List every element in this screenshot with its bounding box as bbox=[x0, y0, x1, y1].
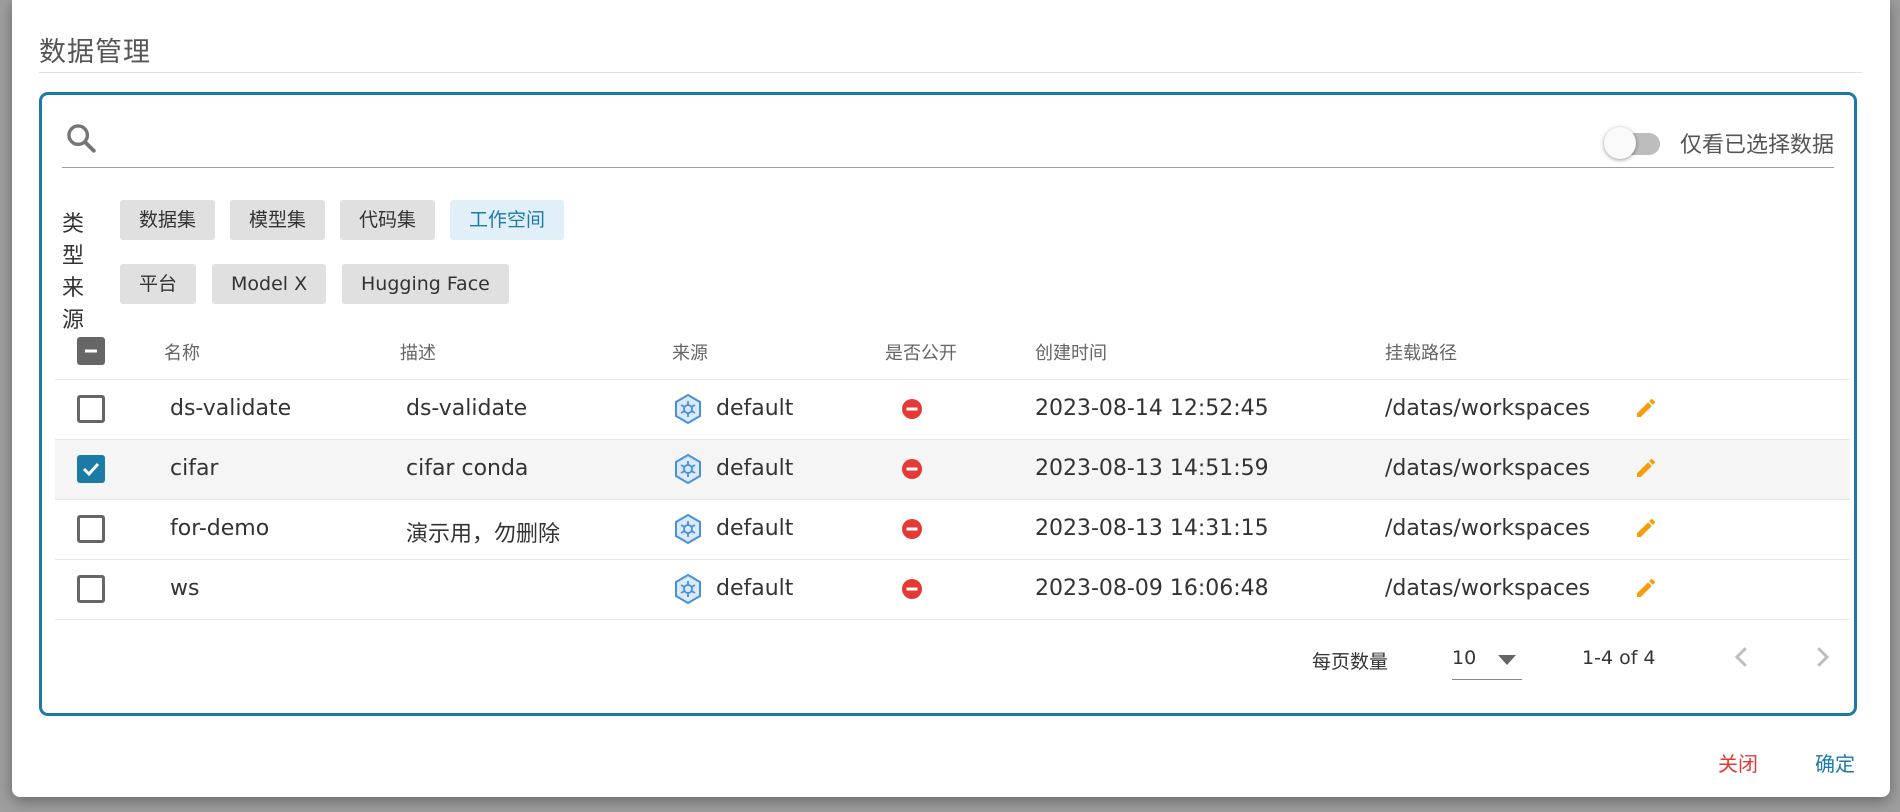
table-header: 名称 描述 来源 是否公开 创建时间 挂载路径 bbox=[55, 323, 1850, 380]
pagination: 每页数量 10 1-4 of 4 bbox=[42, 627, 1854, 687]
data-management-dialog: 数据管理 仅看已选择数据 类型 数据集 模型集 代码集 工作空间 来源 平台 M… bbox=[12, 0, 1890, 797]
toggle-thumb bbox=[1604, 127, 1636, 159]
search-bar: 仅看已选择数据 bbox=[62, 115, 1834, 168]
table-row[interactable]: cifar cifar conda default 2023-08-13 14:… bbox=[55, 440, 1850, 500]
row-created: 2023-08-13 14:31:15 bbox=[1035, 516, 1269, 541]
row-checkbox[interactable] bbox=[77, 395, 105, 423]
chevron-left-icon[interactable] bbox=[1727, 642, 1757, 672]
row-source: default bbox=[716, 576, 794, 601]
row-description: cifar conda bbox=[406, 456, 529, 481]
page-range: 1-4 of 4 bbox=[1582, 647, 1656, 669]
kubernetes-icon bbox=[675, 513, 701, 545]
chip-workspace[interactable]: 工作空间 bbox=[450, 200, 565, 240]
select-all-checkbox[interactable] bbox=[77, 337, 105, 365]
per-page-value: 10 bbox=[1452, 647, 1477, 669]
per-page-select[interactable]: 10 bbox=[1452, 637, 1522, 680]
chevron-right-icon[interactable] bbox=[1807, 642, 1837, 672]
row-name: ws bbox=[170, 576, 200, 601]
chip-hugging-face[interactable]: Hugging Face bbox=[342, 264, 509, 304]
title-divider bbox=[39, 72, 1862, 73]
chip-dataset[interactable]: 数据集 bbox=[120, 200, 216, 240]
col-created: 创建时间 bbox=[1035, 343, 1107, 364]
table-row[interactable]: for-demo 演示用，勿删除 default 2023-08-13 14:3… bbox=[55, 500, 1850, 560]
row-name: ds-validate bbox=[170, 396, 292, 421]
chip-model-x[interactable]: Model X bbox=[212, 264, 327, 304]
selected-only-toggle[interactable] bbox=[1604, 127, 1660, 159]
row-description: 演示用，勿删除 bbox=[406, 522, 561, 547]
data-table: 名称 描述 来源 是否公开 创建时间 挂载路径 ds-validate ds-v… bbox=[55, 323, 1850, 620]
dialog-title: 数据管理 bbox=[39, 37, 151, 68]
indeterminate-icon bbox=[85, 349, 97, 353]
minus-circle-icon bbox=[902, 459, 922, 479]
type-filter-label: 类型 bbox=[62, 212, 85, 269]
caret-down-icon bbox=[1498, 655, 1516, 665]
minus-circle-icon bbox=[902, 579, 922, 599]
kubernetes-icon bbox=[675, 573, 701, 605]
minus-circle-icon bbox=[902, 399, 922, 419]
search-icon bbox=[67, 124, 96, 153]
toggle-label: 仅看已选择数据 bbox=[1679, 133, 1834, 158]
table-row[interactable]: ws default 2023-08-09 16:06:48 /datas/wo… bbox=[55, 560, 1850, 620]
minus-circle-icon bbox=[902, 519, 922, 539]
row-created: 2023-08-09 16:06:48 bbox=[1035, 576, 1269, 601]
close-button[interactable]: 关闭 bbox=[1718, 748, 1758, 777]
row-name: cifar bbox=[170, 456, 219, 481]
col-source: 来源 bbox=[672, 343, 708, 364]
row-name: for-demo bbox=[170, 516, 270, 541]
confirm-button[interactable]: 确定 bbox=[1815, 748, 1855, 777]
col-name: 名称 bbox=[164, 343, 200, 364]
pencil-icon[interactable] bbox=[1634, 456, 1658, 480]
kubernetes-icon bbox=[675, 453, 701, 485]
row-mount-path: /datas/workspaces bbox=[1385, 516, 1591, 541]
row-description: ds-validate bbox=[406, 396, 528, 421]
row-mount-path: /datas/workspaces bbox=[1385, 576, 1591, 601]
col-description: 描述 bbox=[400, 343, 436, 364]
search-input[interactable] bbox=[116, 119, 1320, 161]
pencil-icon[interactable] bbox=[1634, 576, 1658, 600]
chip-modelset[interactable]: 模型集 bbox=[230, 200, 326, 240]
row-mount-path: /datas/workspaces bbox=[1385, 456, 1591, 481]
pencil-icon[interactable] bbox=[1634, 516, 1658, 540]
per-page-label: 每页数量 bbox=[1312, 651, 1389, 673]
table-row[interactable]: ds-validate ds-validate default 2023-08-… bbox=[55, 380, 1850, 440]
col-mount-path: 挂载路径 bbox=[1385, 343, 1457, 364]
row-source: default bbox=[716, 516, 794, 541]
col-public: 是否公开 bbox=[885, 343, 957, 364]
row-source: default bbox=[716, 456, 794, 481]
row-source: default bbox=[716, 396, 794, 421]
data-panel: 仅看已选择数据 类型 数据集 模型集 代码集 工作空间 来源 平台 Model … bbox=[39, 92, 1857, 716]
chip-codeset[interactable]: 代码集 bbox=[340, 200, 436, 240]
row-mount-path: /datas/workspaces bbox=[1385, 396, 1591, 421]
row-checkbox[interactable] bbox=[77, 575, 105, 603]
chip-platform[interactable]: 平台 bbox=[120, 264, 197, 304]
row-checkbox[interactable] bbox=[77, 455, 105, 483]
row-created: 2023-08-14 12:52:45 bbox=[1035, 396, 1269, 421]
check-icon bbox=[82, 462, 100, 477]
kubernetes-icon bbox=[675, 393, 701, 425]
row-created: 2023-08-13 14:51:59 bbox=[1035, 456, 1269, 481]
row-checkbox[interactable] bbox=[77, 515, 105, 543]
pencil-icon[interactable] bbox=[1634, 396, 1658, 420]
